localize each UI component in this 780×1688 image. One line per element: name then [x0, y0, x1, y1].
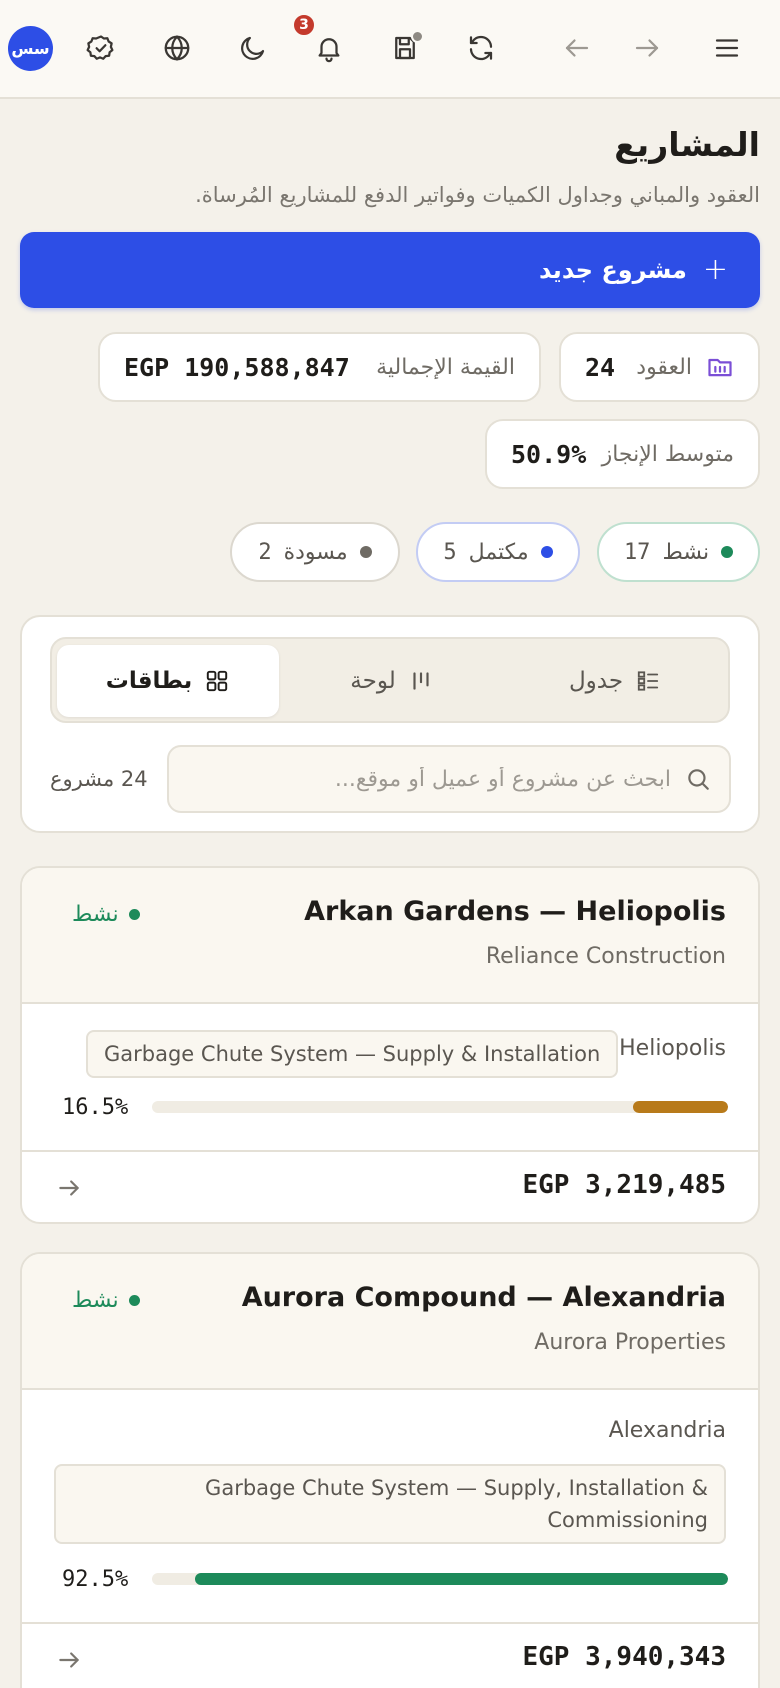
grid-icon: [207, 670, 228, 692]
arrow-right-icon[interactable]: [56, 1647, 82, 1673]
arrow-right-icon[interactable]: [624, 25, 670, 71]
search-icon: [688, 769, 709, 790]
status-dot: [128, 1295, 140, 1306]
refresh-icon[interactable]: [458, 25, 504, 71]
stat-contracts-label: العقود: [636, 354, 692, 380]
progress-fill: [632, 1101, 728, 1113]
project-value: EGP 3,940,343: [522, 1642, 727, 1672]
status-dot-gray: [359, 546, 372, 558]
project-count: 24 مشروع: [50, 767, 148, 791]
search-input[interactable]: [187, 766, 671, 792]
notification-badge: 3: [292, 13, 316, 37]
project-name: Arkan Gardens — Heliopolis: [304, 896, 726, 927]
view-switcher: جدول لوحة بطاقات: [50, 637, 730, 723]
arrow-left-icon[interactable]: [554, 25, 600, 71]
filter-active-count: 17: [623, 539, 651, 565]
status-badge: نشط: [72, 902, 140, 927]
project-card[interactable]: Aurora Compound — Alexandria Aurora Prop…: [20, 1252, 760, 1688]
progress-bar: [152, 1573, 728, 1585]
status-badge: نشط: [72, 1288, 140, 1313]
filter-draft[interactable]: مسودة 2: [230, 522, 400, 582]
tab-board[interactable]: لوحة: [281, 645, 503, 717]
project-client: Reliance Construction: [485, 944, 726, 969]
stat-total-value-label: القيمة الإجمالية: [376, 354, 515, 380]
project-value: EGP 3,219,485: [522, 1170, 727, 1200]
avatar[interactable]: سس: [8, 26, 53, 71]
new-project-label: مشروع جديد: [538, 256, 687, 284]
status-label: نشط: [72, 902, 119, 927]
badge-check-icon[interactable]: [78, 25, 124, 71]
divider: [22, 1150, 758, 1152]
search-box[interactable]: [167, 745, 731, 813]
status-dot-blue: [540, 546, 553, 558]
project-location: Heliopolis: [619, 1036, 726, 1061]
project-name: Aurora Compound — Alexandria: [241, 1282, 726, 1313]
filter-completed-count: 5: [443, 539, 457, 565]
unsaved-indicator: [411, 30, 424, 43]
stat-avg-completion-number: 50.9%: [511, 439, 587, 469]
status-dot: [128, 909, 140, 920]
tab-cards-label: بطاقات: [105, 668, 193, 694]
project-client: Aurora Properties: [534, 1330, 726, 1355]
filter-active[interactable]: نشط 17: [597, 522, 760, 582]
progress-bar: [152, 1101, 728, 1113]
stat-contracts-number: 24: [585, 352, 616, 382]
stat-contracts: 24 العقود: [559, 332, 760, 402]
page-title: المشاريع: [614, 125, 760, 164]
progress-percent: 16.5%: [62, 1095, 129, 1120]
menu-icon[interactable]: [704, 25, 750, 71]
folder-icon: [708, 358, 732, 377]
list-icon: [637, 671, 659, 691]
page-subtitle: العقود والمباني وجداول الكميات وفواتير ا…: [195, 183, 760, 207]
progress-fill: [195, 1573, 728, 1585]
tab-table[interactable]: جدول: [504, 645, 726, 717]
stat-avg-completion: 50.9% متوسط الإنجاز: [485, 419, 760, 489]
kanban-icon: [413, 672, 429, 690]
stat-total-value: EGP 190,588,847 القيمة الإجمالية: [98, 332, 541, 402]
project-scope-tag: Garbage Chute System — Supply & Installa…: [86, 1030, 619, 1078]
view-panel: جدول لوحة بطاقات 24 مشروع: [20, 615, 760, 833]
project-card[interactable]: Arkan Gardens — Heliopolis Reliance Cons…: [20, 866, 760, 1224]
filter-draft-label: مسودة: [283, 539, 348, 565]
moon-icon[interactable]: [230, 25, 276, 71]
stat-avg-completion-label: متوسط الإنجاز: [601, 441, 734, 467]
project-location: Alexandria: [608, 1418, 726, 1443]
tab-board-label: لوحة: [350, 668, 396, 694]
tab-table-label: جدول: [568, 668, 624, 694]
plus-icon: +: [702, 252, 728, 287]
top-bar: سس 3: [0, 0, 780, 99]
filter-completed-label: مكتمل: [468, 539, 529, 565]
tab-cards[interactable]: بطاقات: [57, 645, 279, 717]
filter-draft-count: 2: [258, 539, 272, 565]
project-card-header: Arkan Gardens — Heliopolis Reliance Cons…: [22, 868, 758, 1004]
globe-icon[interactable]: [154, 25, 200, 71]
project-scope-tag: Garbage Chute System — Supply, Installat…: [54, 1464, 726, 1544]
new-project-button[interactable]: مشروع جديد +: [20, 232, 760, 308]
filter-active-label: نشط: [662, 539, 710, 565]
progress-percent: 92.5%: [62, 1567, 129, 1592]
divider: [22, 1622, 758, 1624]
stat-total-value-number: EGP 190,588,847: [124, 352, 350, 382]
arrow-right-icon[interactable]: [56, 1175, 82, 1201]
status-label: نشط: [72, 1288, 119, 1313]
project-card-header: Aurora Compound — Alexandria Aurora Prop…: [22, 1254, 758, 1390]
status-dot-green: [721, 546, 734, 558]
filter-completed[interactable]: مكتمل 5: [416, 522, 580, 582]
